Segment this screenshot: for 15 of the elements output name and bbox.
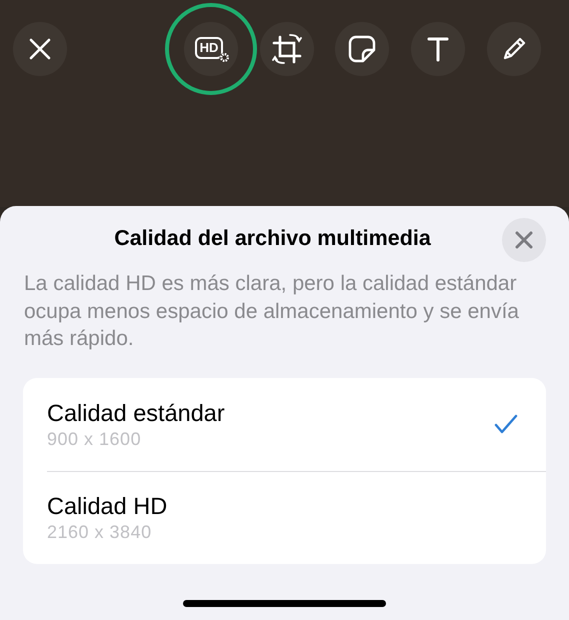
text-tool-icon [427,36,449,62]
sheet-title: Calidad del archivo multimedia [114,224,431,252]
quality-option[interactable]: Calidad estándar 900 x 1600 [23,378,546,470]
hd-quality-button[interactable]: HD [184,22,238,76]
description-text: La calidad HD es más clara, pero la calidad estándar ocupa menos espacio de almacenamiento y se envía más rápido. [23,271,520,352]
close-icon [515,231,533,249]
crop-rotate-icon [272,32,302,66]
close-icon [29,38,51,60]
resolution-text: 900 x 1600 [47,428,142,450]
pencil-icon [501,36,527,62]
resolution-text: 2160 x 3840 [47,521,153,543]
option-label: Calidad HD [47,492,168,521]
option-label: Calidad estándar [47,399,226,428]
sticker-icon [348,35,376,63]
quality-option[interactable]: Calidad HD 2160 x 3840 [23,470,546,564]
